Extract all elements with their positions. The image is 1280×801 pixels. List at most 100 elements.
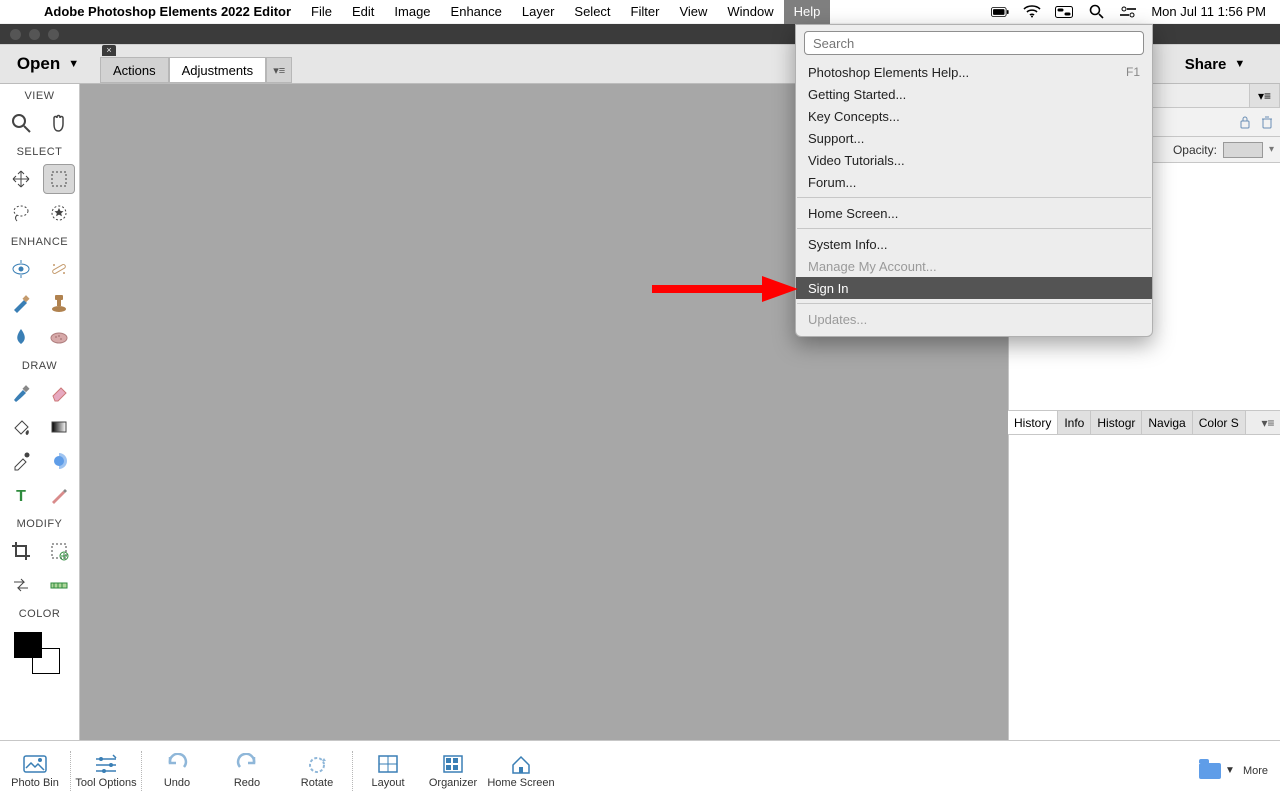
quick-select-tool[interactable] xyxy=(43,198,75,228)
shape-tool[interactable] xyxy=(43,446,75,476)
panel-tab-histogram[interactable]: Histogr xyxy=(1091,411,1142,434)
layout-button[interactable]: Layout xyxy=(353,741,423,801)
foreground-color-swatch[interactable] xyxy=(14,632,42,658)
pencil-tool[interactable] xyxy=(43,480,75,510)
smart-brush-tool[interactable] xyxy=(5,288,37,318)
help-item-label: Manage My Account... xyxy=(808,259,937,274)
tab-overflow-icon[interactable]: ▾≡ xyxy=(266,57,292,83)
control-strip-icon[interactable] xyxy=(1119,5,1137,19)
battery-icon[interactable] xyxy=(991,5,1009,19)
help-item-system-info[interactable]: System Info... xyxy=(796,233,1152,255)
redo-button[interactable]: Redo xyxy=(212,741,282,801)
share-dropdown[interactable]: Share ▼ xyxy=(1150,45,1280,83)
menu-image[interactable]: Image xyxy=(384,0,440,24)
undo-button[interactable]: Undo xyxy=(142,741,212,801)
home-icon xyxy=(508,753,534,775)
layers-trash-icon[interactable] xyxy=(1260,115,1274,129)
zoom-tool[interactable] xyxy=(5,108,37,138)
rotate-button[interactable]: Rotate xyxy=(282,741,352,801)
help-item-label: Home Screen... xyxy=(808,206,898,221)
panel-tab-info[interactable]: Info xyxy=(1058,411,1091,434)
gradient-tool[interactable] xyxy=(43,412,75,442)
menu-view[interactable]: View xyxy=(669,0,717,24)
open-button[interactable]: Open ▼ xyxy=(0,45,96,83)
redeye-tool[interactable] xyxy=(5,254,37,284)
section-enhance-label: ENHANCE xyxy=(0,230,79,252)
menu-help[interactable]: Help xyxy=(784,0,831,24)
open-caret-icon: ▼ xyxy=(68,58,79,70)
tool-options-button[interactable]: Tool Options xyxy=(71,741,141,801)
photo-bin-icon xyxy=(22,753,48,775)
help-item-forum[interactable]: Forum... xyxy=(796,171,1152,193)
help-item-label: Video Tutorials... xyxy=(808,153,905,168)
crop-tool[interactable] xyxy=(5,536,37,566)
opacity-value[interactable] xyxy=(1223,142,1263,158)
rotate-label: Rotate xyxy=(301,777,333,789)
type-tool[interactable]: T xyxy=(5,480,37,510)
content-aware-move-tool[interactable] xyxy=(5,570,37,600)
menu-layer[interactable]: Layer xyxy=(512,0,565,24)
section-select-label: SELECT xyxy=(0,140,79,162)
eraser-tool[interactable] xyxy=(43,378,75,408)
panel-overflow-icon[interactable]: ▾≡ xyxy=(1249,84,1280,107)
panel-overflow-icon[interactable]: ▾≡ xyxy=(1256,411,1280,434)
organizer-button[interactable]: Organizer xyxy=(423,741,483,801)
spot-heal-tool[interactable] xyxy=(43,254,75,284)
layers-lock-icon[interactable] xyxy=(1238,115,1252,129)
traffic-light-zoom[interactable] xyxy=(48,29,59,40)
annotation-arrow xyxy=(650,276,800,302)
help-item-shortcut: F1 xyxy=(1126,65,1140,79)
hand-tool[interactable] xyxy=(43,108,75,138)
blur-tool[interactable] xyxy=(5,322,37,352)
straighten-tool[interactable] xyxy=(43,570,75,600)
tab-adjustments[interactable]: Adjustments xyxy=(169,57,267,83)
help-search-input[interactable] xyxy=(804,31,1144,55)
marquee-tool[interactable] xyxy=(43,164,75,194)
help-item-support[interactable]: Support... xyxy=(796,127,1152,149)
photo-bin-button[interactable]: Photo Bin xyxy=(0,741,70,801)
mac-menubar: Adobe Photoshop Elements 2022 Editor Fil… xyxy=(0,0,1280,24)
menu-file[interactable]: File xyxy=(301,0,342,24)
folder-icon xyxy=(1199,763,1221,779)
frontmost-app-name[interactable]: Adobe Photoshop Elements 2022 Editor xyxy=(34,4,301,19)
help-item-getting-started[interactable]: Getting Started... xyxy=(796,83,1152,105)
help-item-label: Support... xyxy=(808,131,864,146)
eyedropper-tool[interactable] xyxy=(5,446,37,476)
more-button[interactable]: ▼ More xyxy=(1199,763,1280,779)
tab-actions[interactable]: Actions xyxy=(100,57,169,83)
color-swatches[interactable] xyxy=(0,628,79,674)
sponge-tool[interactable] xyxy=(43,322,75,352)
opacity-caret-icon[interactable]: ▾ xyxy=(1269,144,1274,155)
menu-edit[interactable]: Edit xyxy=(342,0,384,24)
panel-tab-navigator[interactable]: Naviga xyxy=(1142,411,1192,434)
panel-tab-color-swatches[interactable]: Color S xyxy=(1193,411,1246,434)
help-item-photoshop-elements-help[interactable]: Photoshop Elements Help... F1 xyxy=(796,61,1152,83)
brush-tool[interactable] xyxy=(5,378,37,408)
help-dropdown-menu: Photoshop Elements Help... F1 Getting St… xyxy=(795,24,1153,337)
menubar-clock[interactable]: Mon Jul 11 1:56 PM xyxy=(1151,4,1266,19)
menu-enhance[interactable]: Enhance xyxy=(441,0,512,24)
home-screen-button[interactable]: Home Screen xyxy=(483,741,559,801)
traffic-light-minimize[interactable] xyxy=(29,29,40,40)
help-item-key-concepts[interactable]: Key Concepts... xyxy=(796,105,1152,127)
help-item-video-tutorials[interactable]: Video Tutorials... xyxy=(796,149,1152,171)
menu-window[interactable]: Window xyxy=(717,0,783,24)
help-item-sign-in[interactable]: Sign In xyxy=(796,277,1152,299)
help-search[interactable] xyxy=(804,31,1144,55)
recompose-tool[interactable] xyxy=(43,536,75,566)
history-panel-body xyxy=(1008,435,1280,740)
help-item-home-screen[interactable]: Home Screen... xyxy=(796,202,1152,224)
lasso-tool[interactable] xyxy=(5,198,37,228)
menu-select[interactable]: Select xyxy=(564,0,620,24)
wifi-icon[interactable] xyxy=(1023,5,1041,19)
paint-bucket-tool[interactable] xyxy=(5,412,37,442)
menu-filter[interactable]: Filter xyxy=(621,0,670,24)
tab-close-icon[interactable]: × xyxy=(102,45,116,56)
panel-tab-history[interactable]: History xyxy=(1008,411,1058,434)
spotlight-icon[interactable] xyxy=(1087,5,1105,19)
traffic-light-close[interactable] xyxy=(10,29,21,40)
move-tool[interactable] xyxy=(5,164,37,194)
help-item-label: System Info... xyxy=(808,237,887,252)
clone-stamp-tool[interactable] xyxy=(43,288,75,318)
control-center-icon[interactable] xyxy=(1055,5,1073,19)
